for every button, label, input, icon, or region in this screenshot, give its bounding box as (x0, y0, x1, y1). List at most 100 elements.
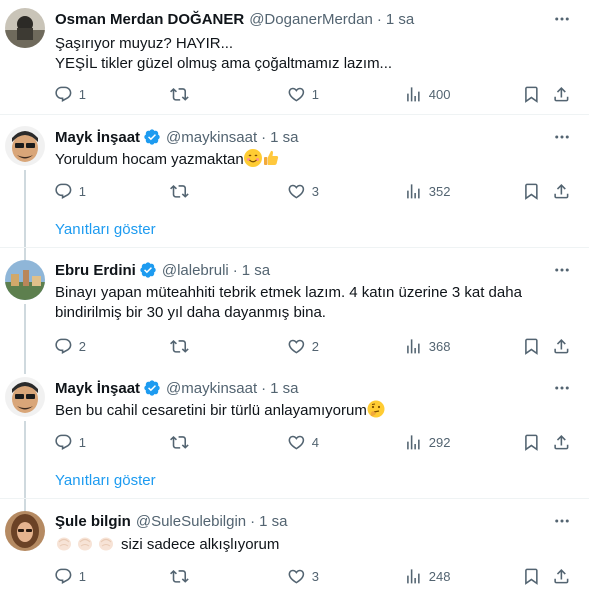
thumbs-up-emoji (262, 149, 280, 167)
author-name[interactable]: Ebru Erdini (55, 262, 136, 279)
author-handle[interactable]: @DoganerMerdan (249, 11, 373, 28)
author-name[interactable]: Mayk İnşaat (55, 129, 140, 146)
more-icon[interactable] (552, 511, 572, 531)
like-icon (288, 435, 305, 450)
tweet-text: sizi sadece alkışlıyorum (55, 534, 560, 555)
tweet-text-line: Ben bu cahil cesaretini bir türlü anlaya… (55, 400, 560, 421)
views-button[interactable]: 292 (404, 432, 450, 452)
show-replies-link[interactable]: Yanıtları göster (55, 472, 156, 489)
timestamp[interactable]: 1 sa (270, 380, 298, 397)
reply-count: 2 (78, 338, 86, 354)
author-name[interactable]: Mayk İnşaat (55, 380, 140, 397)
bookmark-button[interactable] (522, 84, 541, 104)
author-handle[interactable]: @SuleSulebilgin (136, 513, 246, 530)
reply-button[interactable]: 1 (54, 432, 86, 452)
timestamp[interactable]: 1 sa (386, 11, 414, 28)
timestamp[interactable]: 1 sa (242, 262, 270, 279)
show-replies-link[interactable]: Yanıtları göster (55, 221, 156, 238)
bookmark-button[interactable] (522, 181, 541, 201)
separator-dot: · (261, 128, 267, 146)
reply-count: 1 (78, 568, 86, 584)
like-button[interactable]: 4 (287, 432, 319, 452)
avatar[interactable] (5, 260, 45, 300)
more-icon[interactable] (552, 9, 572, 29)
reply-button[interactable]: 1 (54, 566, 86, 586)
share-button[interactable] (552, 566, 571, 586)
author-handle[interactable]: @lalebruli (162, 262, 229, 279)
more-icon[interactable] (552, 260, 572, 280)
retweet-button[interactable] (170, 84, 195, 104)
retweet-button[interactable] (170, 566, 195, 586)
bookmark-icon (525, 338, 538, 355)
retweet-button[interactable] (170, 432, 195, 452)
tweet-text-content: Ben bu cahil cesaretini bir türlü anlaya… (55, 402, 367, 419)
like-count: 3 (311, 568, 319, 584)
share-button[interactable] (552, 432, 571, 452)
avatar[interactable] (5, 8, 45, 48)
bookmark-button[interactable] (522, 566, 541, 586)
bookmark-icon (525, 568, 538, 585)
like-button[interactable]: 2 (287, 336, 319, 356)
clapping-hands-emoji (76, 534, 94, 552)
tweet-header: Mayk İnşaat @maykinsaat · 1 sa (55, 127, 299, 147)
tweet-text: Şaşırıyor muyuz? HAYIR... YEŞİL tikler g… (55, 34, 560, 74)
timestamp[interactable]: 1 sa (270, 129, 298, 146)
clapping-hands-emoji (97, 534, 115, 552)
like-button[interactable]: 1 (287, 84, 319, 104)
views-count: 352 (428, 183, 451, 199)
views-button[interactable]: 352 (404, 181, 450, 201)
more-icon[interactable] (552, 378, 572, 398)
tweet-text-line: sizi sadece alkışlıyorum (55, 534, 560, 555)
reply-count: 1 (78, 183, 86, 199)
reply-icon (55, 338, 72, 354)
share-button[interactable] (552, 181, 571, 201)
retweet-icon (170, 184, 189, 198)
retweet-button[interactable] (170, 181, 195, 201)
reply-icon (55, 183, 72, 199)
clapping-hands-emoji (55, 534, 73, 552)
bookmark-icon (525, 183, 538, 200)
author-name[interactable]: Osman Merdan DOĞANER (55, 11, 244, 28)
views-button[interactable]: 400 (404, 84, 450, 104)
bookmark-button[interactable] (522, 336, 541, 356)
action-bar: 1 4 292 (0, 432, 589, 452)
verified-badge-icon (139, 261, 157, 279)
share-button[interactable] (552, 84, 571, 104)
tweet-text: Yoruldum hocam yazmaktan (55, 149, 560, 170)
tweet-text: Binayı yapan müteahhiti tebrik etmek laz… (55, 283, 560, 323)
action-bar: 1 3 352 (0, 181, 589, 201)
tweet-text-line: bindirilmiş bir 30 yıl daha dayanmış bin… (55, 304, 326, 321)
reply-button[interactable]: 1 (54, 84, 86, 104)
share-button[interactable] (552, 336, 571, 356)
reply-button[interactable]: 2 (54, 336, 86, 356)
bookmark-button[interactable] (522, 432, 541, 452)
action-bar: 1 1 400 (0, 84, 589, 104)
tweet-text: Ben bu cahil cesaretini bir türlü anlaya… (55, 400, 560, 421)
divider (0, 498, 589, 499)
author-name[interactable]: Şule bilgin (55, 513, 131, 530)
like-count: 4 (311, 434, 319, 450)
views-button[interactable]: 248 (404, 566, 450, 586)
views-button[interactable]: 368 (404, 336, 450, 356)
share-icon (554, 568, 569, 584)
avatar[interactable] (5, 126, 45, 166)
like-button[interactable]: 3 (287, 181, 319, 201)
divider (0, 114, 589, 115)
avatar[interactable] (5, 511, 45, 551)
author-handle[interactable]: @maykinsaat (166, 380, 257, 397)
timestamp[interactable]: 1 sa (259, 513, 287, 530)
author-handle[interactable]: @maykinsaat (166, 129, 257, 146)
separator-dot: · (250, 512, 256, 530)
share-icon (554, 86, 569, 102)
retweet-icon (170, 87, 189, 101)
retweet-button[interactable] (170, 336, 195, 356)
action-bar: 1 3 248 (0, 566, 589, 586)
like-icon (288, 569, 305, 584)
more-icon[interactable] (552, 127, 572, 147)
tweet-header: Şule bilgin @SuleSulebilgin · 1 sa (55, 511, 288, 531)
avatar[interactable] (5, 377, 45, 417)
tweet-text-line: Yoruldum hocam yazmaktan (55, 149, 560, 170)
reply-icon (55, 86, 72, 102)
like-button[interactable]: 3 (287, 566, 319, 586)
reply-button[interactable]: 1 (54, 181, 86, 201)
